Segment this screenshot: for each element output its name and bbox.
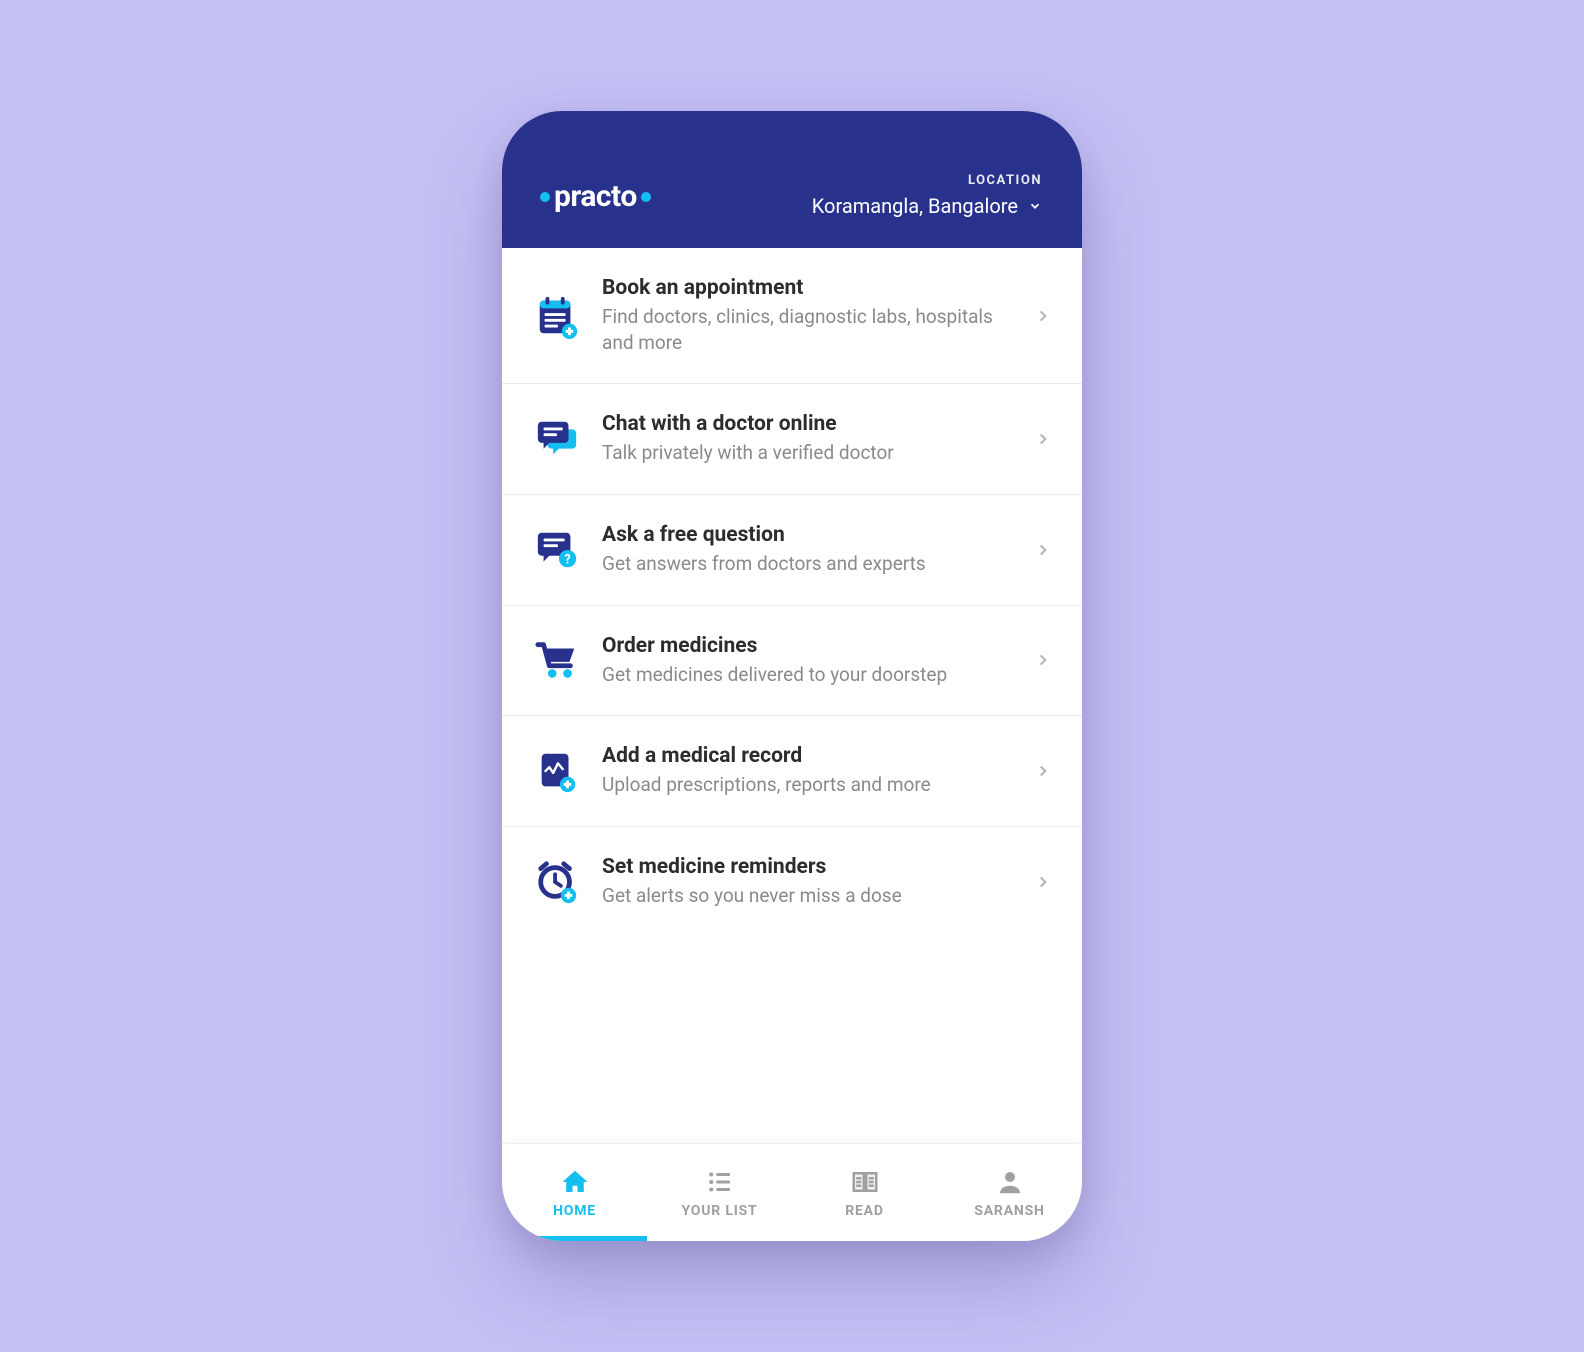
chevron-right-icon bbox=[1034, 541, 1052, 559]
app-logo: practo bbox=[540, 179, 651, 214]
item-title: Book an appointment bbox=[602, 276, 1014, 300]
home-actions-list: Book an appointment Find doctors, clinic… bbox=[502, 248, 1082, 1143]
item-subtitle: Get medicines delivered to your doorstep bbox=[602, 662, 1014, 688]
action-set-reminders[interactable]: Set medicine reminders Get alerts so you… bbox=[502, 827, 1082, 937]
app-header: practo LOCATION Koramangla, Bangalore bbox=[502, 111, 1082, 248]
logo-text: practo bbox=[552, 179, 639, 214]
cart-icon bbox=[532, 635, 582, 685]
item-title: Set medicine reminders bbox=[602, 855, 1014, 879]
item-subtitle: Get answers from doctors and experts bbox=[602, 551, 1014, 577]
chat-icon bbox=[532, 414, 582, 464]
read-icon bbox=[850, 1167, 880, 1197]
tab-label: SARANSH bbox=[974, 1203, 1044, 1219]
chevron-right-icon bbox=[1034, 762, 1052, 780]
logo-dot-right bbox=[641, 192, 651, 202]
tab-label: HOME bbox=[553, 1203, 596, 1219]
tab-home[interactable]: HOME bbox=[502, 1144, 647, 1241]
clock-plus-icon bbox=[532, 857, 582, 907]
calendar-plus-icon bbox=[532, 291, 582, 341]
home-icon bbox=[560, 1167, 590, 1197]
logo-dot-left bbox=[540, 192, 550, 202]
action-chat-doctor[interactable]: Chat with a doctor online Talk privately… bbox=[502, 384, 1082, 495]
location-value: Koramangla, Bangalore bbox=[812, 194, 1018, 218]
record-plus-icon bbox=[532, 746, 582, 796]
item-subtitle: Find doctors, clinics, diagnostic labs, … bbox=[602, 304, 1014, 355]
location-picker[interactable]: LOCATION Koramangla, Bangalore bbox=[812, 173, 1042, 218]
action-ask-question[interactable]: ? Ask a free question Get answers from d… bbox=[502, 495, 1082, 606]
chevron-down-icon bbox=[1028, 199, 1042, 213]
action-order-medicines[interactable]: Order medicines Get medicines delivered … bbox=[502, 606, 1082, 717]
item-subtitle: Upload prescriptions, reports and more bbox=[602, 772, 1014, 798]
chevron-right-icon bbox=[1034, 307, 1052, 325]
tab-profile[interactable]: SARANSH bbox=[937, 1144, 1082, 1241]
item-title: Add a medical record bbox=[602, 744, 1014, 768]
tab-your-list[interactable]: YOUR LIST bbox=[647, 1144, 792, 1241]
chevron-right-icon bbox=[1034, 430, 1052, 448]
item-subtitle: Talk privately with a verified doctor bbox=[602, 440, 1014, 466]
tab-read[interactable]: READ bbox=[792, 1144, 937, 1241]
action-add-record[interactable]: Add a medical record Upload prescription… bbox=[502, 716, 1082, 827]
action-book-appointment[interactable]: Book an appointment Find doctors, clinic… bbox=[502, 248, 1082, 384]
tab-label: YOUR LIST bbox=[682, 1203, 758, 1219]
person-icon bbox=[995, 1167, 1025, 1197]
svg-text:?: ? bbox=[564, 552, 570, 567]
item-title: Ask a free question bbox=[602, 523, 1014, 547]
item-title: Order medicines bbox=[602, 634, 1014, 658]
phone-frame: practo LOCATION Koramangla, Bangalore bbox=[502, 111, 1082, 1241]
item-title: Chat with a doctor online bbox=[602, 412, 1014, 436]
list-icon bbox=[705, 1167, 735, 1197]
chevron-right-icon bbox=[1034, 651, 1052, 669]
tab-label: READ bbox=[845, 1203, 884, 1219]
chat-question-icon: ? bbox=[532, 525, 582, 575]
item-subtitle: Get alerts so you never miss a dose bbox=[602, 883, 1014, 909]
chevron-right-icon bbox=[1034, 873, 1052, 891]
bottom-tabbar: HOME YOUR LIST READ SARANSH bbox=[502, 1143, 1082, 1241]
location-label: LOCATION bbox=[812, 173, 1042, 188]
